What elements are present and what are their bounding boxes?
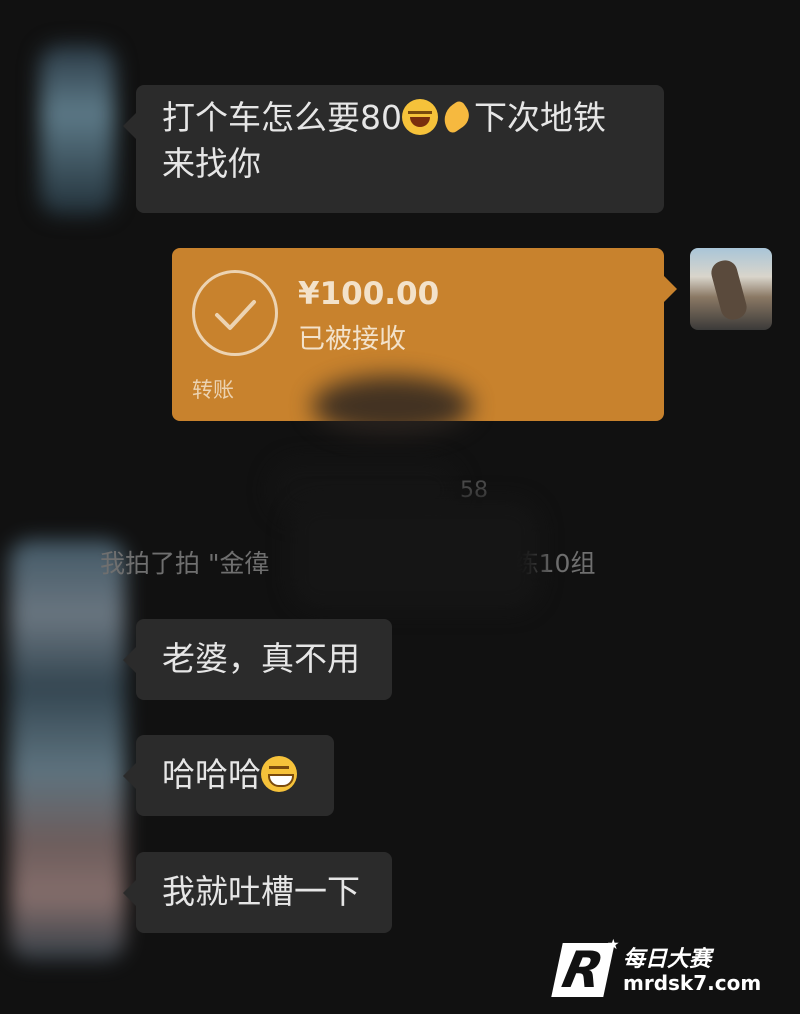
ok-hand-emoji-icon <box>438 99 474 135</box>
watermark-r-logo: R <box>551 941 615 999</box>
contact-avatar-blurred[interactable] <box>40 45 115 215</box>
transfer-card[interactable]: ¥100.00 已被接收 转账 <box>172 248 677 436</box>
message-text: 哈哈哈 <box>162 755 261 794</box>
message-text: 我就吐槽一下 <box>162 872 360 911</box>
transfer-status: 已被接收 <box>298 324 406 355</box>
laughing-crying-emoji-icon <box>402 99 438 135</box>
watermark-brand: 每日大赛 <box>623 947 712 972</box>
transfer-label: 转账 <box>192 378 234 402</box>
message-bubble-2[interactable]: 老婆，真不用 <box>123 619 392 700</box>
message-bubble-4[interactable]: 我就吐槽一下 <box>123 852 392 933</box>
contact-avatar-blurred-stack <box>10 540 125 960</box>
watermark-domain: mrdsk7.com <box>623 971 762 995</box>
message-bubble-3[interactable]: 哈哈哈 <box>123 735 334 816</box>
check-circle-icon <box>192 270 278 356</box>
message-text: 打个车怎么要80 <box>162 98 402 137</box>
message-bubble-1[interactable]: 打个车怎么要80 下次地铁来找你 <box>123 85 664 213</box>
star-icon: ★ <box>607 937 620 953</box>
blur-overlay-name <box>290 500 540 610</box>
my-avatar[interactable] <box>690 248 772 330</box>
grinning-emoji-icon <box>261 756 297 792</box>
message-text: 老婆，真不用 <box>162 639 360 678</box>
blur-overlay <box>312 376 472 436</box>
pat-notice-prefix: 我拍了拍 "金徫 <box>100 549 270 578</box>
transfer-amount: ¥100.00 <box>298 276 440 312</box>
watermark-logo: R ★ 每日大赛 mrdsk7.com <box>545 935 790 1005</box>
